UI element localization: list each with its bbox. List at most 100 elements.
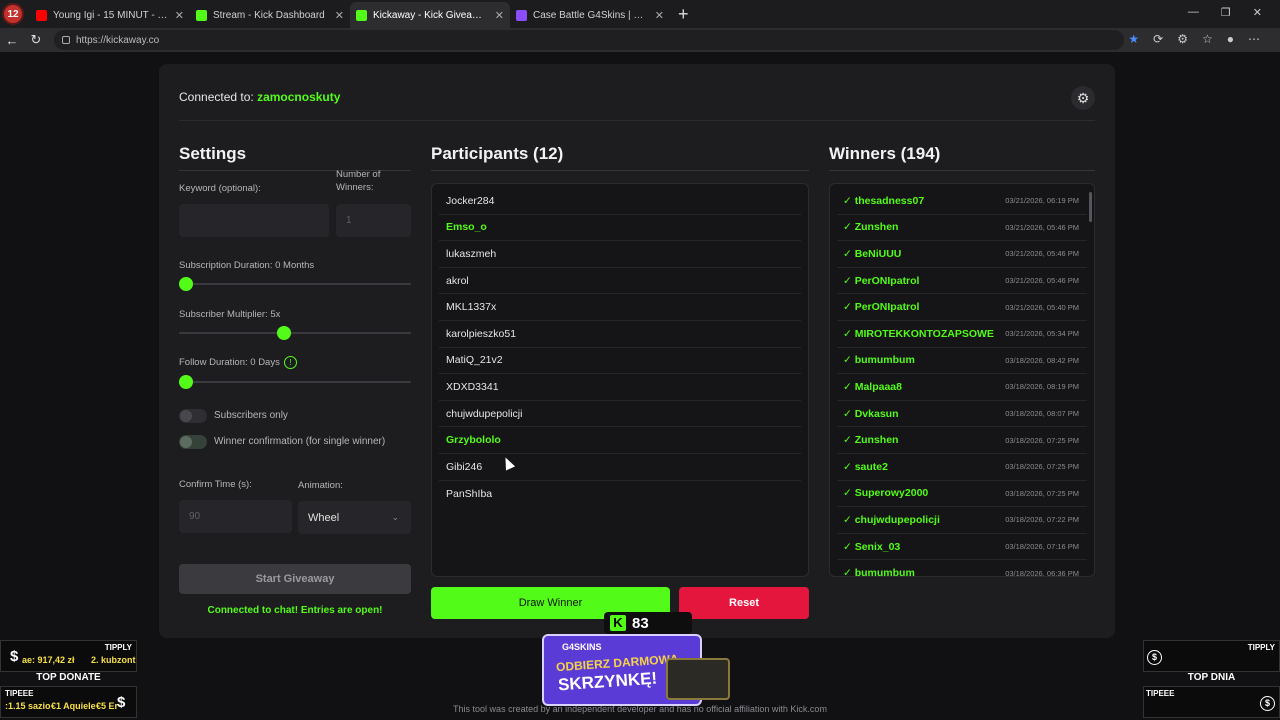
info-icon[interactable]: ! — [283, 356, 297, 369]
sub-multiplier-slider[interactable] — [179, 332, 411, 334]
winner-date: 03/18/2026, 08:42 PM — [1005, 355, 1079, 365]
url-bar[interactable]: https://kickaway.co — [54, 30, 1124, 50]
winner-name: ✓ thesadness07 — [843, 194, 925, 207]
participant-row: karolpieszko51 — [439, 321, 801, 348]
kick-viewer-badge: K 83 — [604, 612, 692, 634]
follow-duration-slider[interactable] — [179, 381, 411, 383]
donation-overlay-left: TIPPLY $ ae: 917,42 zł 2. kubzont TOP DO… — [0, 640, 137, 720]
winner-row: ✓ Dvkasun 03/18/2026, 08:07 PM — [837, 401, 1087, 428]
tipeee-label: TIPEEE — [5, 689, 34, 698]
minimize-icon[interactable]: — — [1188, 6, 1199, 19]
settings-title: Settings — [179, 144, 247, 163]
subscribers-only-toggle[interactable] — [179, 409, 207, 423]
tab-close-icon[interactable]: ✕ — [495, 9, 504, 22]
winners-list: ✓ thesadness07 03/21/2026, 06:19 PM ✓ Zuns… — [829, 183, 1095, 577]
tipeee-line-3: €5 Er — [96, 701, 119, 711]
participants-title: Participants (12) — [431, 144, 564, 163]
giveaway-card: Connected to: zamocnoskuty ⚙ Settings Ke… — [159, 64, 1115, 638]
new-tab-icon[interactable]: + — [678, 4, 689, 25]
animation-value: Wheel — [308, 511, 340, 524]
browser-tab[interactable]: Stream - Kick Dashboard ✕ — [190, 2, 350, 28]
chest-icon — [666, 658, 730, 700]
participant-row: PanShIba — [446, 487, 493, 500]
tab-favicon-icon — [36, 9, 47, 21]
tab-close-icon[interactable]: ✕ — [655, 9, 664, 22]
winners-count-label: Number of Winners: — [336, 169, 381, 193]
tipply-label-right: TIPPLY — [1247, 643, 1275, 652]
settings-gear-icon[interactable]: ⚙ — [1071, 86, 1095, 110]
participant-row: MatiQ_21v2 — [439, 348, 801, 375]
browser-profile-icon[interactable]: 12 — [2, 3, 24, 25]
winners-count-input[interactable]: 1 — [336, 204, 411, 237]
maximize-icon[interactable]: ❐ — [1221, 6, 1231, 19]
connected-label: Connected to: — [179, 90, 254, 104]
close-window-icon[interactable]: ✕ — [1253, 6, 1262, 19]
subscribers-only-label: Subscribers only — [214, 410, 288, 421]
winner-date: 03/21/2026, 05:40 PM — [1005, 302, 1079, 312]
confirm-time-label: Confirm Time (s): — [179, 479, 252, 490]
bookmark-star-icon[interactable]: ★ — [1128, 32, 1139, 46]
tab-close-icon[interactable]: ✕ — [175, 9, 184, 22]
participants-list: Jocker284 Emso_o lukaszmeh akrol MKL1337x kar… — [431, 183, 809, 577]
tab-close-icon[interactable]: ✕ — [335, 9, 344, 22]
browser-tab[interactable]: Young Igi - 15 MINUT - YouTube ✕ — [30, 2, 190, 28]
coin-dollar-icon: $ — [1147, 650, 1162, 665]
tab-title: Case Battle G4Skins | Zdobywaj skiny — [533, 9, 649, 21]
follow-duration-slider-handle[interactable] — [179, 375, 193, 389]
profile-avatar-icon[interactable]: ● — [1227, 32, 1234, 46]
tipeee-panel-right: TIPEEE $ — [1143, 686, 1280, 718]
puzzle-icon[interactable]: ⚙ — [1177, 32, 1188, 46]
animation-select[interactable]: Wheel ⌄ — [298, 501, 411, 534]
winner-date: 03/21/2026, 05:34 PM — [1005, 329, 1079, 339]
winner-name: ✓ Malpaaa8 — [843, 380, 902, 393]
winner-date: 03/21/2026, 06:19 PM — [1005, 196, 1079, 206]
more-menu-icon[interactable]: ⋯ — [1248, 32, 1260, 46]
follow-duration-label: Follow Duration: 0 Days — [179, 357, 280, 369]
winner-name: ✓ bumumbum — [843, 567, 915, 577]
top-dnia-label: TOP DNIA — [1187, 672, 1236, 683]
sub-duration-slider[interactable] — [179, 283, 411, 285]
keyword-input[interactable] — [179, 204, 329, 237]
promo-brand: G4SKINS — [562, 642, 602, 652]
winner-date: 03/21/2026, 05:46 PM — [1005, 249, 1079, 259]
tipeee-panel: TIPEEE :1.15 sazio €1 Aquiele €5 Er $ — [0, 686, 137, 718]
sub-duration-slider-handle[interactable] — [179, 277, 193, 291]
connection-info: Connected to: zamocnoskuty — [179, 90, 340, 104]
sub-duration-label: Subscription Duration: 0 Months — [179, 260, 315, 271]
kick-logo-icon: K — [610, 615, 626, 631]
winner-date: 03/18/2026, 07:25 PM — [1005, 462, 1079, 472]
winner-row: ✓ Superowy2000 03/18/2026, 07:25 PM — [837, 481, 1087, 508]
url-text: https://kickaway.co — [76, 34, 160, 46]
tab-favicon-icon — [196, 9, 207, 21]
participant-row: lukaszmeh — [439, 241, 801, 268]
winners-scrollbar[interactable] — [1089, 192, 1092, 222]
start-giveaway-button[interactable]: Start Giveaway — [179, 564, 411, 594]
participant-row: Emso_o — [439, 215, 801, 242]
browser-tab[interactable]: Case Battle G4Skins | Zdobywaj skiny ✕ — [510, 2, 670, 28]
winner-date: 03/18/2026, 07:25 PM — [1005, 488, 1079, 498]
browser-tab[interactable]: Kickaway - Kick Giveaway Tool ✕ — [350, 2, 510, 28]
winner-date: 03/18/2026, 06:36 PM — [1005, 568, 1079, 577]
winner-row: ✓ bumumbum 03/18/2026, 08:42 PM — [837, 348, 1087, 375]
winner-row: ✓ Zunshen 03/21/2026, 05:46 PM — [837, 215, 1087, 242]
extension-icon[interactable]: ⟳ — [1153, 32, 1163, 46]
winner-name: ✓ Dvkasun — [843, 407, 899, 420]
winners-divider — [829, 170, 1095, 171]
top-donate-label: TOP DONATE — [36, 672, 101, 683]
winner-row: ✓ bumumbum 03/18/2026, 06:36 PM — [837, 560, 1087, 577]
tipeee-line-1: :1.15 sazio — [5, 701, 51, 711]
donor-rank: 2. kubzont — [91, 655, 136, 665]
back-icon[interactable]: ← — [0, 33, 24, 48]
winner-row: ✓ MIROTEKKONTOZAPSOWE 03/21/2026, 05:34 P… — [837, 321, 1087, 348]
tab-title: Young Igi - 15 MINUT - YouTube — [53, 9, 169, 21]
reload-icon[interactable]: ↻ — [24, 32, 48, 48]
winner-confirmation-toggle[interactable] — [179, 435, 207, 449]
winner-name: ✓ saute2 — [843, 460, 888, 473]
favorites-icon[interactable]: ☆ — [1202, 32, 1213, 46]
confirm-time-input[interactable]: 90 — [179, 500, 292, 533]
winner-name: ✓ bumumbum — [843, 354, 915, 367]
chat-status: Connected to chat! Entries are open! — [207, 605, 383, 616]
sub-multiplier-slider-handle[interactable] — [277, 326, 292, 340]
g4skins-promo-overlay: K 83 G4SKINS ODBIERZ DARMOWĄ SKRZYNKĘ! — [542, 612, 748, 714]
winner-name: ✓ Zunshen — [843, 221, 899, 234]
